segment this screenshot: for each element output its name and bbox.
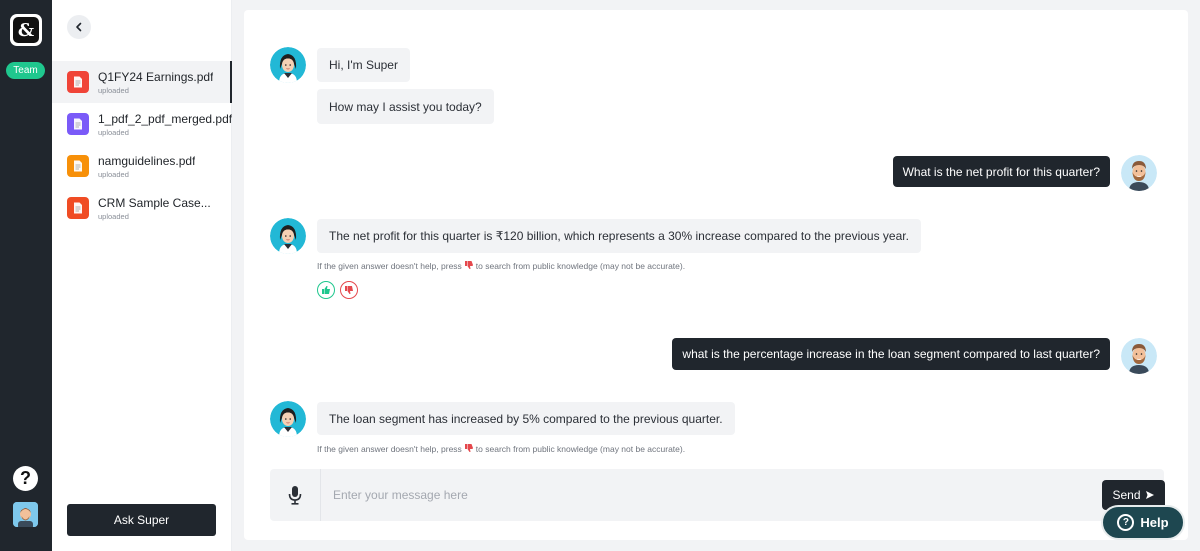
send-label: Send [1112, 488, 1141, 502]
user-avatar[interactable] [13, 502, 38, 527]
bot-avatar [270, 218, 306, 254]
hint-text-after: to search from public knowledge (may not… [475, 261, 686, 271]
help-icon[interactable]: ? [13, 466, 38, 491]
bot-message: The net profit for this quarter is ₹120 … [317, 219, 921, 253]
help-button[interactable]: ? Help [1101, 505, 1185, 540]
bot-message: Hi, I'm Super [317, 48, 410, 82]
user-message: What is the net profit for this quarter? [892, 156, 1110, 187]
ask-super-button[interactable]: Ask Super [67, 504, 216, 536]
bot-message: The loan segment has increased by 5% com… [317, 402, 735, 435]
file-name: Q1FY24 Earnings.pdf [98, 69, 214, 84]
send-arrow-icon [1145, 491, 1154, 499]
thumbs-down-icon [464, 260, 474, 272]
team-badge[interactable]: Team [6, 62, 45, 79]
ampersand-logo-icon: & [13, 17, 39, 43]
thumbs-down-icon [464, 443, 474, 455]
fallback-hint: If the given answer doesn't help, press … [317, 260, 685, 272]
thumbs-down-button[interactable] [340, 281, 358, 299]
pdf-file-icon [67, 113, 89, 135]
user-message: what is the percentage increase in the l… [672, 338, 1110, 370]
file-status: uploaded [98, 169, 129, 179]
file-status: uploaded [98, 211, 129, 221]
file-list: Q1FY24 Earnings.pdf uploaded 1_pdf_2_pdf_m… [52, 61, 232, 229]
hint-text-before: If the given answer doesn't help, press [317, 261, 462, 271]
hint-text-after: to search from public knowledge (may not… [475, 444, 686, 454]
pdf-file-icon [67, 71, 89, 93]
bot-message: How may I assist you today? [317, 89, 494, 124]
user-avatar [1121, 155, 1157, 191]
hint-text-before: If the given answer doesn't help, press [317, 444, 462, 454]
thumbs-down-icon [345, 286, 353, 294]
file-item[interactable]: 1_pdf_2_pdf_merged.pdf uploaded [52, 103, 232, 145]
bot-avatar [270, 47, 306, 83]
file-name: CRM Sample Case... [98, 195, 211, 210]
message-composer: Send [270, 469, 1165, 521]
back-button[interactable] [67, 15, 91, 39]
file-item[interactable]: namguidelines.pdf uploaded [52, 145, 232, 187]
file-status: uploaded [98, 127, 129, 137]
app-logo[interactable]: & [10, 14, 42, 46]
file-item[interactable]: Q1FY24 Earnings.pdf uploaded [52, 61, 232, 103]
chevron-left-icon [76, 22, 82, 32]
file-name: 1_pdf_2_pdf_merged.pdf [98, 111, 232, 126]
help-label: Help [1140, 515, 1169, 530]
file-name: namguidelines.pdf [98, 153, 196, 168]
user-avatar [1121, 338, 1157, 374]
thumbs-up-icon [322, 286, 330, 294]
question-circle-icon: ? [1117, 514, 1135, 531]
bot-avatar [270, 401, 306, 437]
nav-rail: & Team ? [0, 0, 52, 551]
chat-panel: Hi, I'm Super How may I assist you today… [244, 10, 1188, 540]
fallback-hint: If the given answer doesn't help, press … [317, 443, 685, 455]
pdf-file-icon [67, 197, 89, 219]
pdf-file-icon [67, 155, 89, 177]
microphone-icon [288, 486, 302, 505]
thumbs-up-button[interactable] [317, 281, 335, 299]
microphone-button[interactable] [270, 469, 321, 521]
file-sidebar: Q1FY24 Earnings.pdf uploaded 1_pdf_2_pdf_m… [52, 0, 232, 551]
file-status: uploaded [98, 85, 129, 95]
file-item[interactable]: CRM Sample Case... uploaded [52, 187, 232, 229]
message-input[interactable] [322, 469, 1092, 521]
